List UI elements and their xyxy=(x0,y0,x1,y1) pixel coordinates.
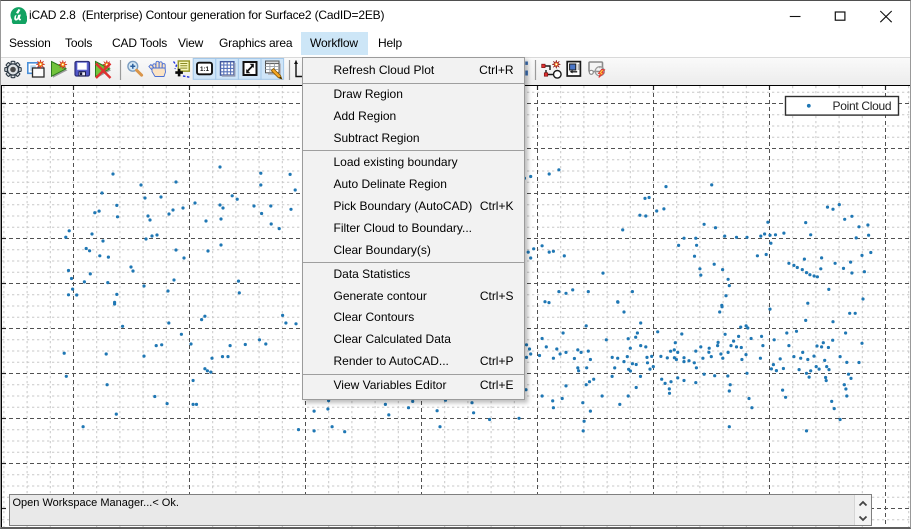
svg-text:Point Cloud: Point Cloud xyxy=(833,99,892,113)
svg-text:1:1: 1:1 xyxy=(200,66,210,73)
